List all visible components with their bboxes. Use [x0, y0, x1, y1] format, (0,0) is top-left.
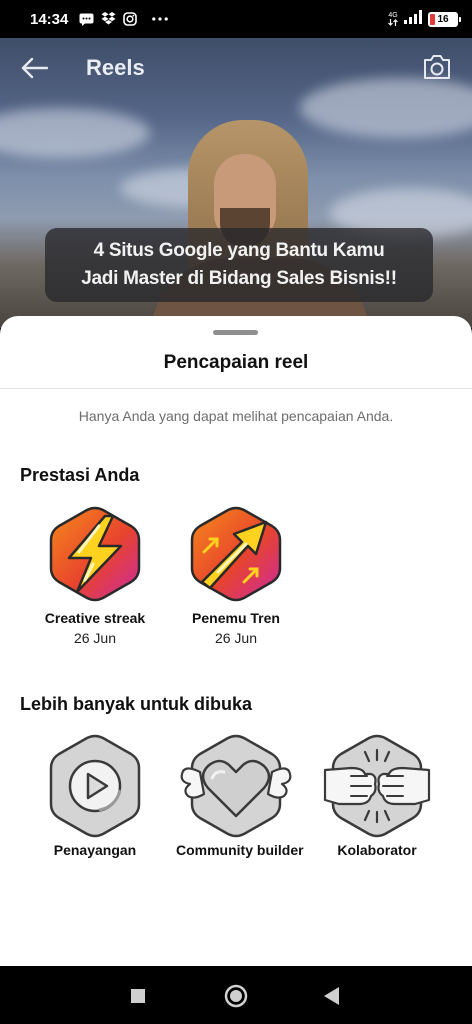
badge-creative-streak[interactable]: Creative streak 26 Jun [35, 506, 155, 646]
sheet-title: Pencapaian reel [163, 352, 309, 373]
network-type-icon: 4G [388, 12, 398, 26]
signal-icon [404, 9, 422, 29]
badge-kolaborator[interactable]: Kolaborator [317, 734, 437, 858]
badge-penemu-tren[interactable]: Penemu Tren 26 Jun [176, 506, 296, 646]
badge-date: 26 Jun [73, 630, 117, 646]
sheet-drag-handle[interactable] [213, 330, 258, 335]
earned-section-title: Prestasi Anda [20, 465, 140, 485]
badge-name: Kolaborator [337, 842, 417, 858]
achievements-sheet: Pencapaian reel Hanya Anda yang dapat me… [0, 316, 472, 966]
caption-line-1: 4 Situs Google yang Bantu Kamu [93, 240, 385, 261]
reel-caption: 4 Situs Google yang Bantu Kamu Jadi Mast… [45, 228, 433, 302]
dropbox-icon [100, 11, 116, 27]
caption-line-2: Jadi Master di Bidang Sales Bisnis!! [81, 268, 397, 289]
system-nav-bar [0, 966, 472, 1024]
status-time: 14:34 [30, 10, 69, 28]
badge-penayangan[interactable]: Penayangan [35, 734, 155, 858]
badge-name: Penayangan [53, 842, 137, 858]
back-triangle-icon[interactable] [318, 982, 346, 1010]
trend-arrow-badge-icon [176, 506, 296, 602]
badge-name: Community builder [176, 842, 304, 858]
locked-section-title: Lebih banyak untuk dibuka [20, 694, 253, 714]
recents-square-icon[interactable] [124, 982, 152, 1010]
badge-name: Creative streak [44, 610, 146, 626]
status-bar: 14:34 4G 16 [0, 0, 472, 38]
winged-heart-badge-icon [176, 734, 296, 838]
network-label: 4G [388, 12, 398, 19]
badge-community-builder[interactable]: Community builder [176, 734, 304, 858]
divider [0, 388, 472, 389]
badge-date: 26 Jun [214, 630, 258, 646]
lightning-badge-icon [35, 506, 155, 602]
battery-level: 16 [437, 13, 449, 25]
instagram-icon [122, 11, 138, 27]
play-badge-icon [35, 734, 155, 838]
fist-bump-badge-icon [317, 734, 437, 838]
battery-icon: 16 [428, 11, 461, 27]
more-dots-icon [152, 11, 169, 27]
page-title: Reels [86, 55, 145, 80]
back-arrow-icon[interactable] [18, 52, 50, 84]
home-circle-icon[interactable] [222, 982, 250, 1010]
top-nav: Reels [0, 38, 472, 98]
badge-name: Penemu Tren [192, 610, 280, 626]
camera-icon[interactable] [422, 54, 452, 85]
message-icon [78, 11, 94, 27]
privacy-note: Hanya Anda yang dapat melihat pencapaian… [78, 408, 394, 424]
